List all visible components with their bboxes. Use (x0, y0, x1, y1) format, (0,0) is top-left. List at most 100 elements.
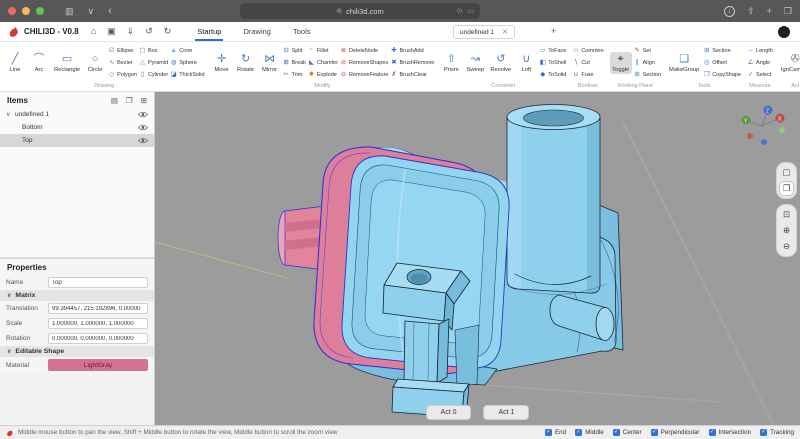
fillet-button[interactable]: ◜Fillet (308, 45, 338, 56)
checked-checkbox-icon[interactable]: ✓ (760, 429, 767, 436)
box-button[interactable]: ▢Box (139, 45, 168, 56)
checked-checkbox-icon[interactable]: ✓ (709, 429, 716, 436)
deletenode-button[interactable]: ⊗DeleteNode (340, 45, 388, 56)
common-button[interactable]: ∩Common (572, 45, 603, 56)
makegroup-button[interactable]: ❏MakeGroup (667, 52, 701, 74)
mirror-button[interactable]: ⋈Mirror (259, 52, 281, 74)
break-button[interactable]: ⊠Break (283, 57, 306, 68)
toshell-button[interactable]: ◧ToShell (539, 57, 566, 68)
tree-item-top[interactable]: Top (0, 134, 154, 147)
expand-caret-icon[interactable]: ∨ (6, 111, 15, 118)
align-button[interactable]: ∥Align (634, 57, 661, 68)
select-button[interactable]: ✓Select (747, 69, 773, 80)
wireframe-view-button[interactable]: ▢ (779, 165, 794, 180)
reader-icon[interactable]: ▭ (467, 7, 474, 15)
offset-button[interactable]: ◎Offset (703, 57, 741, 68)
snap-toggle-intersection[interactable]: ✓Intersection (709, 429, 752, 436)
ellipse-button[interactable]: ∅Ellipse (108, 45, 137, 56)
axis-x-neg-handle[interactable] (747, 133, 753, 139)
fuse-button[interactable]: ∪Fuse (572, 69, 603, 80)
tab-overview-icon[interactable]: ❒ (784, 6, 792, 17)
tosolid-button[interactable]: ◆ToSolid (539, 69, 566, 80)
trim-button[interactable]: ✂Trim (283, 69, 306, 80)
scale-input[interactable] (48, 318, 148, 329)
redo-icon[interactable]: ↻ (164, 26, 172, 37)
sweep-button[interactable]: ↝Sweep (464, 52, 486, 74)
translation-input[interactable] (48, 303, 148, 314)
polygon-button[interactable]: ◇Polygon (108, 69, 137, 80)
checked-checkbox-icon[interactable]: ✓ (575, 429, 582, 436)
rotate-button[interactable]: ↻Rotate (235, 52, 257, 74)
zoom-out-button[interactable]: ⊖ (779, 239, 794, 254)
removeshapes-button[interactable]: ⊘RemoveShapes (340, 57, 388, 68)
address-bar[interactable]: ⊕ chili3d.com ⊙ ▭ (240, 3, 480, 19)
snap-toggle-end[interactable]: ✓End (545, 429, 566, 436)
matrix-section-header[interactable]: ∨ Matrix (0, 290, 154, 301)
checked-checkbox-icon[interactable]: ✓ (613, 429, 620, 436)
move-button[interactable]: ✛Move (211, 52, 233, 74)
circle-button[interactable]: ○Circle (84, 52, 106, 74)
cut-button[interactable]: ∖Cut (572, 57, 603, 68)
back-icon[interactable]: ‹ (108, 0, 112, 22)
snap-toggle-tracking[interactable]: ✓Tracking (760, 429, 794, 436)
sphere-button[interactable]: ◍Sphere (170, 57, 204, 68)
tree-item-undefined-1[interactable]: ∨undefined 1 (0, 108, 154, 121)
translate-icon[interactable]: ⊙ (457, 7, 463, 15)
brushadd-button[interactable]: ✚BrushAdd (390, 45, 434, 56)
download-icon[interactable]: ⇓ (127, 26, 135, 37)
axis-z-neg-handle[interactable] (761, 139, 767, 145)
snap-toggle-perpendicular[interactable]: ✓Perpendicular (651, 429, 700, 436)
downloads-icon[interactable]: ↓ (724, 6, 735, 17)
close-window-icon[interactable] (8, 7, 16, 15)
loft-button[interactable]: ∪Loft (515, 52, 537, 74)
axis-y-neg-handle[interactable] (779, 127, 785, 133)
document-tab[interactable]: undefined 1 ✕ (453, 25, 515, 39)
new-tab-icon[interactable]: + (767, 6, 772, 16)
rotation-input[interactable] (48, 333, 148, 344)
section-button[interactable]: ⊞Section (703, 45, 741, 56)
tree-item-bottom[interactable]: Bottom (0, 121, 154, 134)
cone-button[interactable]: ▲Cone (170, 45, 204, 56)
cylinder-button[interactable]: ▯Cylinder (139, 69, 168, 80)
viewport-3d[interactable]: Z X Y ▢❐⊡⊕⊖ Act 0Act 1 (155, 92, 800, 425)
igncamera-button[interactable]: ✇IgnCamera (779, 52, 800, 74)
chamfer-button[interactable]: ◣Chamfer (308, 57, 338, 68)
explode-button[interactable]: ✸Explode (308, 69, 338, 80)
pyramid-button[interactable]: △Pyramid (139, 57, 168, 68)
chevron-down-icon[interactable]: ∨ (88, 0, 95, 22)
save-icon[interactable]: ▣ (107, 26, 116, 37)
brushclear-button[interactable]: ✗BrushClear (390, 69, 434, 80)
minimize-window-icon[interactable] (22, 7, 30, 15)
close-document-icon[interactable]: ✕ (502, 28, 508, 36)
snap-toggle-center[interactable]: ✓Center (613, 429, 642, 436)
revolve-button[interactable]: ↺Revolve (488, 52, 513, 74)
brushremove-button[interactable]: ✖BrushRemove (390, 57, 434, 68)
home-icon[interactable]: ⌂ (91, 26, 96, 37)
rectangle-button[interactable]: ▭Rectangle (52, 52, 82, 74)
material-button[interactable]: LightGray (48, 359, 148, 371)
split-button[interactable]: ⊟Split (283, 45, 306, 56)
github-icon[interactable] (778, 26, 790, 38)
visibility-eye-icon[interactable] (138, 137, 148, 144)
maximize-window-icon[interactable] (36, 7, 44, 15)
zoom-in-button[interactable]: ⊕ (779, 223, 794, 238)
length-button[interactable]: ↔Length (747, 45, 773, 56)
new-document-icon[interactable]: + (551, 26, 556, 36)
tab-drawing[interactable]: Drawing (241, 23, 273, 41)
snap-toggle-middle[interactable]: ✓Middle (575, 429, 604, 436)
shaded-view-button[interactable]: ❐ (779, 181, 794, 196)
name-input[interactable] (48, 277, 148, 288)
prism-button[interactable]: ⇧Prism (440, 52, 462, 74)
tab-tools[interactable]: Tools (291, 23, 313, 41)
undo-icon[interactable]: ↺ (145, 26, 153, 37)
editable-shape-section-header[interactable]: ∨ Editable Shape (0, 346, 154, 357)
set-button[interactable]: ✎Set (634, 45, 661, 56)
line-button[interactable]: ╱Line (4, 52, 26, 74)
toface-button[interactable]: ▱ToFace (539, 45, 566, 56)
inlet-tube[interactable] (499, 105, 607, 295)
act-1-button[interactable]: Act 1 (484, 405, 530, 420)
thicksolid-button[interactable]: ◪ThickSolid (170, 69, 204, 80)
arc-button[interactable]: ⌒Arc (28, 52, 50, 74)
share-icon[interactable]: ⇧ (747, 6, 755, 17)
bezier-button[interactable]: ∿Bezier (108, 57, 137, 68)
